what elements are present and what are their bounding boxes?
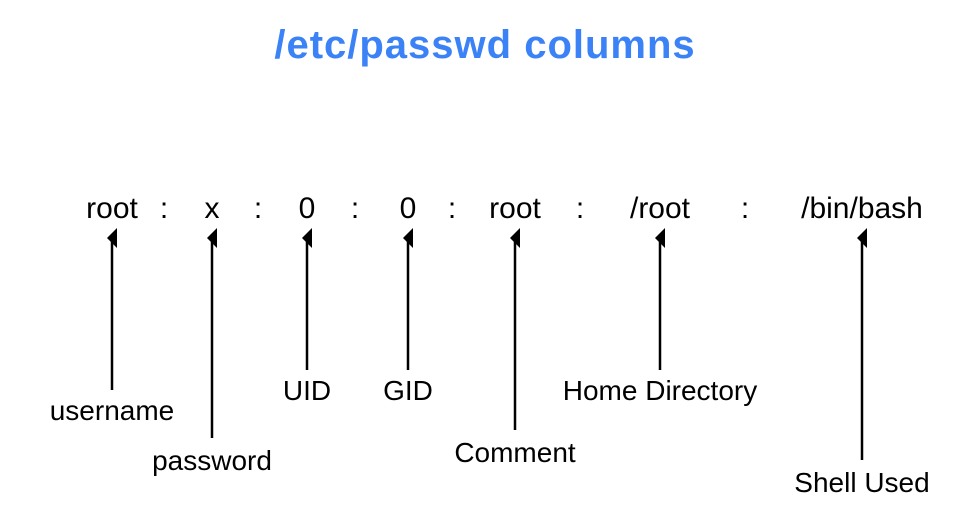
field-username: root xyxy=(86,192,138,225)
field-shell: /bin/bash xyxy=(801,192,923,225)
label-gid: GID xyxy=(383,375,433,406)
colon-4: : xyxy=(448,192,456,225)
colon-6: : xyxy=(741,192,749,225)
field-gid: 0 xyxy=(400,192,417,225)
field-password: x xyxy=(205,192,220,225)
passwd-columns-diagram: /etc/passwd columns root : x : 0 : 0 : r… xyxy=(0,0,970,524)
label-comment: Comment xyxy=(454,437,576,468)
diagram-title: /etc/passwd columns xyxy=(274,23,695,67)
label-password: password xyxy=(152,445,272,476)
label-shell: Shell Used xyxy=(794,467,929,498)
label-username: username xyxy=(50,395,175,426)
colon-1: : xyxy=(160,192,168,225)
colon-3: : xyxy=(351,192,359,225)
field-comment: root xyxy=(489,192,541,225)
label-home: Home Directory xyxy=(563,375,757,406)
label-uid: UID xyxy=(283,375,331,406)
field-uid: 0 xyxy=(299,192,316,225)
field-home: /root xyxy=(630,192,691,225)
colon-5: : xyxy=(576,192,584,225)
colon-2: : xyxy=(254,192,262,225)
